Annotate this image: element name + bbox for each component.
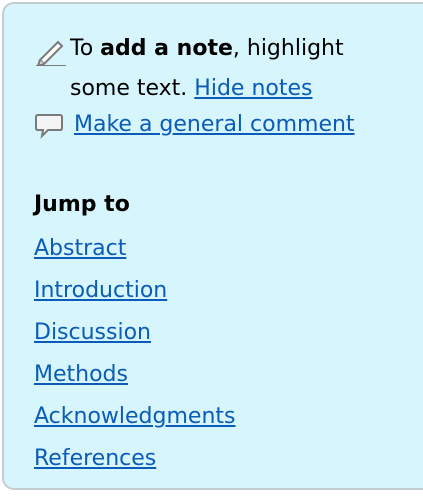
note-line-1: To add a note, highlight (70, 34, 344, 64)
hide-notes-link[interactable]: Hide notes (194, 76, 312, 101)
note-line-2: some text. Hide notes (70, 74, 312, 104)
toc-item-abstract: Abstract (34, 234, 235, 276)
toc-link-discussion[interactable]: Discussion (34, 320, 151, 345)
note-text-after: , highlight (232, 36, 344, 61)
pencil-icon (36, 40, 66, 66)
note-text-before: To (70, 36, 101, 61)
speech-bubble-icon (35, 114, 63, 139)
toc-link-introduction[interactable]: Introduction (34, 278, 167, 303)
toc-item-introduction: Introduction (34, 276, 235, 318)
notes-sidebar-panel: To add a note, highlight some text. Hide… (2, 2, 423, 490)
add-note-emphasis: add a note (100, 36, 233, 61)
general-comment-link[interactable]: Make a general comment (74, 110, 355, 140)
toc-link-acknowledgments[interactable]: Acknowledgments (34, 404, 235, 429)
toc-item-acknowledgments: Acknowledgments (34, 402, 235, 444)
jump-to-list: Abstract Introduction Discussion Methods… (34, 234, 235, 486)
jump-to-heading: Jump to (34, 192, 130, 217)
toc-link-methods[interactable]: Methods (34, 362, 128, 387)
toc-item-methods: Methods (34, 360, 235, 402)
note-line2-text: some text. (70, 76, 195, 101)
toc-item-discussion: Discussion (34, 318, 235, 360)
toc-item-references: References (34, 444, 235, 486)
toc-link-abstract[interactable]: Abstract (34, 236, 126, 261)
toc-link-references[interactable]: References (34, 446, 156, 471)
